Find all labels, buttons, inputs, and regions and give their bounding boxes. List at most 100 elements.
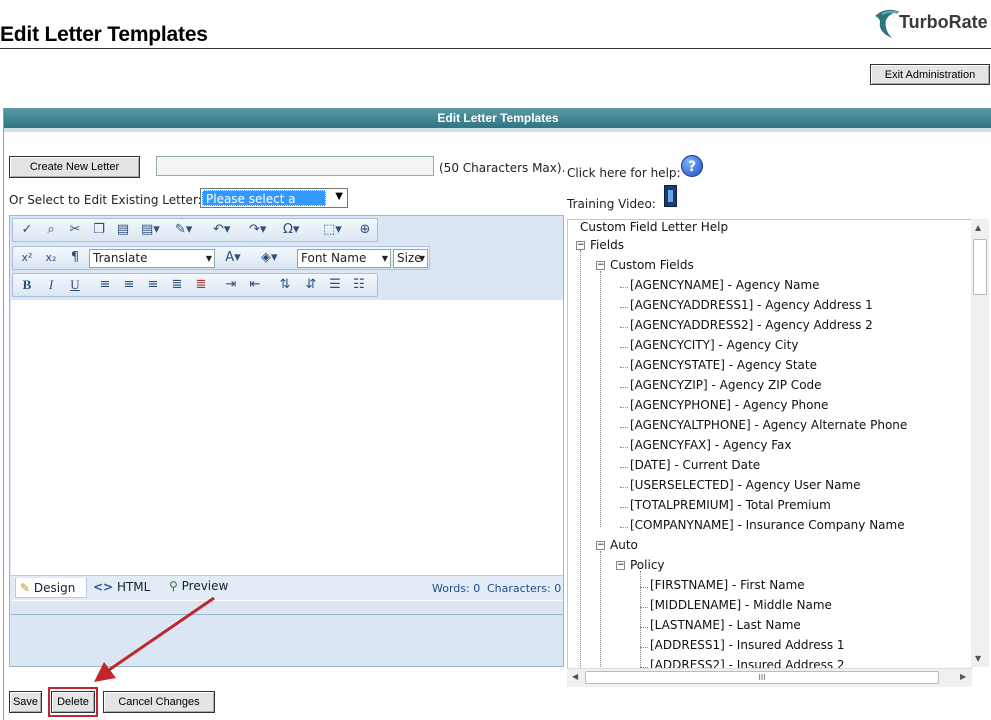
tree-connector [620, 507, 628, 508]
bulleted-list-icon[interactable]: ☷ [351, 277, 367, 293]
translate-value: Translate [93, 251, 148, 265]
superscript-icon[interactable]: x² [19, 250, 35, 266]
collapse-toggle[interactable]: − [616, 561, 625, 570]
tree-connector [620, 427, 628, 428]
font-name-dropdown[interactable]: Font Name ▼ [297, 249, 391, 268]
underline-icon[interactable]: U [67, 277, 83, 293]
tree-connector [620, 487, 628, 488]
chevron-down-icon: ▼ [418, 254, 425, 263]
letter-name-input[interactable] [156, 156, 434, 176]
redo-icon[interactable]: ↷▾ [249, 222, 266, 238]
subscript-icon[interactable]: x₂ [43, 250, 59, 266]
tab-design-label: Design [33, 581, 76, 595]
scroll-down-icon[interactable]: ▼ [975, 654, 981, 663]
spellcheck-icon[interactable]: ✓ [19, 222, 35, 238]
tree-vertical-scrollbar[interactable]: ▲ ▼ [971, 219, 989, 667]
tree-field-item[interactable]: [USERSELECTED] - Agency User Name [630, 478, 861, 492]
tree-connector [620, 447, 628, 448]
numbered-list-icon[interactable]: ☰ [327, 277, 343, 293]
align-center-icon[interactable]: ≡ [121, 277, 137, 293]
align-left-icon[interactable]: ≡ [97, 277, 113, 293]
create-new-letter-button[interactable]: Create New Letter [9, 156, 140, 178]
tree-field-item[interactable]: [AGENCYCITY] - Agency City [630, 338, 798, 352]
turborate-swoosh-icon [875, 9, 900, 38]
tree-connector [620, 387, 628, 388]
tree-field-item[interactable]: [AGENCYFAX] - Agency Fax [630, 438, 792, 452]
letter-select-value: Please select a letter. [202, 190, 326, 222]
help-icon[interactable]: ? [681, 155, 703, 177]
tree-field-item[interactable]: [LASTNAME] - Last Name [650, 618, 801, 632]
editor-content-area[interactable] [11, 300, 563, 575]
tree-field-item[interactable]: [AGENCYZIP] - Agency ZIP Code [630, 378, 822, 392]
video-icon[interactable] [664, 185, 677, 207]
tree-field-item[interactable]: [ADDRESS1] - Insured Address 1 [650, 638, 845, 652]
scroll-thumb[interactable]: III [585, 671, 939, 684]
scroll-left-icon[interactable]: ◀ [572, 672, 578, 681]
tree-field-item[interactable]: [AGENCYADDRESS1] - Agency Address 1 [630, 298, 873, 312]
title-divider [0, 48, 991, 49]
paragraph-icon[interactable]: ¶ [67, 250, 83, 266]
outdent-icon[interactable]: ⇤ [247, 277, 263, 293]
cancel-changes-button[interactable]: Cancel Changes [103, 691, 215, 713]
save-button[interactable]: Save [9, 691, 42, 713]
tree-field-item[interactable]: [TOTALPREMIUM] - Total Premium [630, 498, 831, 512]
paste-icon[interactable]: ▤ [115, 222, 131, 238]
logo-text: TurboRate [899, 12, 988, 32]
scroll-thumb[interactable] [973, 239, 987, 295]
tree-horizontal-scrollbar[interactable]: ◀ III ▶ [567, 668, 972, 687]
clear-formatting-icon[interactable]: ≣ [193, 277, 209, 293]
tree-node-auto[interactable]: Auto [610, 538, 638, 552]
turborate-logo: TurboRate [872, 4, 991, 40]
special-characters-icon[interactable]: Ω▾ [283, 222, 299, 238]
paste-options-icon[interactable]: ▤▾ [141, 222, 160, 238]
cut-icon[interactable]: ✂ [67, 222, 83, 238]
tree-field-item[interactable]: [AGENCYADDRESS2] - Agency Address 2 [630, 318, 873, 332]
italic-icon[interactable]: I [43, 277, 59, 293]
chevron-down-icon: ▼ [381, 254, 388, 263]
copy-icon[interactable]: ❐ [91, 222, 107, 238]
tree-field-item[interactable]: [DATE] - Current Date [630, 458, 760, 472]
collapse-toggle[interactable]: − [596, 261, 605, 270]
editor-toolbar-row-3: B I U ≡ ≡ ≡ ≣ ≣ ⇥ ⇤ ⇅ ⇵ ☰ ☷ [12, 273, 378, 297]
font-size-dropdown[interactable]: Size ▼ [393, 249, 428, 268]
tree-field-item[interactable]: [AGENCYPHONE] - Agency Phone [630, 398, 828, 412]
indent-icon[interactable]: ⇥ [223, 277, 239, 293]
tree-connector [640, 607, 648, 608]
undo-icon[interactable]: ↶▾ [213, 222, 230, 238]
tree-field-item[interactable]: [MIDDLENAME] - Middle Name [650, 598, 832, 612]
editor-toolbar-row-2: x² x₂ ¶ Translate ▼ A▾ ◈▾ Font Name ▼ Size… [12, 246, 430, 270]
highlight-color-icon[interactable]: ◈▾ [261, 250, 278, 266]
align-right-icon[interactable]: ≡ [145, 277, 161, 293]
tree-field-item[interactable]: [FIRSTNAME] - First Name [650, 578, 805, 592]
tree-connector [620, 307, 628, 308]
justify-icon[interactable]: ≣ [169, 277, 185, 293]
hyperlink-manager-icon[interactable]: ⊕ [357, 222, 373, 238]
font-color-icon[interactable]: A▾ [225, 250, 241, 266]
tree-node-policy[interactable]: Policy [630, 558, 665, 572]
tree-node-fields[interactable]: Fields [590, 238, 624, 252]
tree-connector [620, 367, 628, 368]
find-icon[interactable]: ⌕ [43, 222, 59, 238]
tree-connector [640, 627, 648, 628]
tree-field-item[interactable]: [AGENCYSTATE] - Agency State [630, 358, 817, 372]
tree-field-item[interactable]: [AGENCYALTPHONE] - Agency Alternate Phon… [630, 418, 907, 432]
sort-za-icon[interactable]: ⇵ [303, 277, 319, 293]
insert-link-icon[interactable]: ⬚▾ [323, 222, 342, 238]
translate-dropdown[interactable]: Translate ▼ [89, 249, 215, 268]
exit-administration-button[interactable]: Exit Administration [870, 64, 990, 85]
bold-icon[interactable]: B [19, 277, 35, 293]
scroll-up-icon[interactable]: ▲ [975, 223, 981, 232]
tree-field-item[interactable]: [AGENCYNAME] - Agency Name [630, 278, 820, 292]
tab-design[interactable]: ✎ Design [15, 578, 87, 598]
panel-header: Edit Letter Templates [4, 108, 991, 128]
tree-field-item[interactable]: [COMPANYNAME] - Insurance Company Name [630, 518, 905, 532]
tree-node-custom-fields[interactable]: Custom Fields [610, 258, 694, 272]
letter-select[interactable]: Please select a letter. ▼ [200, 188, 348, 222]
collapse-toggle[interactable]: − [576, 241, 585, 250]
delete-button[interactable]: Delete [51, 691, 95, 713]
collapse-toggle[interactable]: − [596, 541, 605, 550]
format-stripper-icon[interactable]: ✎▾ [175, 222, 192, 238]
scroll-right-icon[interactable]: ▶ [960, 672, 966, 681]
sort-az-icon[interactable]: ⇅ [277, 277, 293, 293]
word-count: Words: 0 [432, 582, 481, 595]
